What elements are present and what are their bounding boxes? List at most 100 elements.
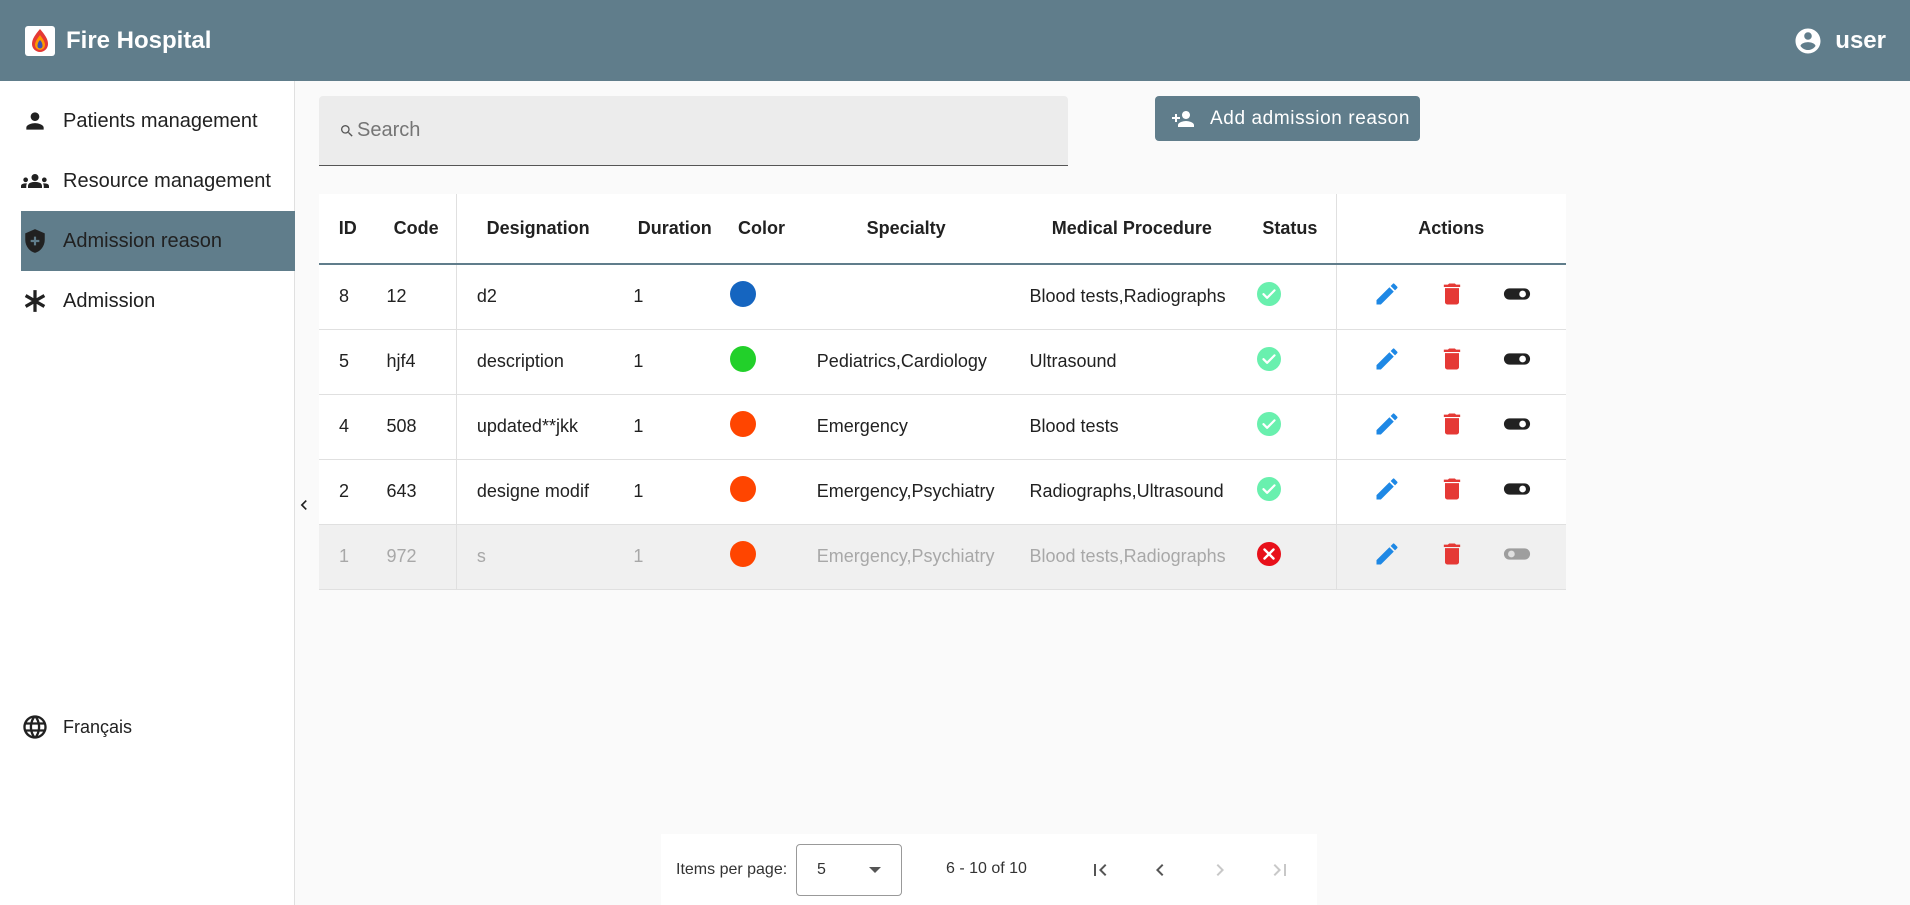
sidebar-item-resource-management[interactable]: Resource management — [21, 151, 295, 211]
top-app-bar: Fire Hospital user — [0, 0, 1910, 81]
cell-medical-procedure: Radiographs,Ultrasound — [1019, 459, 1245, 525]
first-page-button[interactable] — [1083, 853, 1117, 887]
sidebar-item-label: Resource management — [63, 169, 271, 192]
page-range-label: 6 - 10 of 10 — [946, 860, 1027, 877]
chevron-right-icon — [1216, 864, 1224, 876]
table-row[interactable]: 8 12 d2 1 Blood tests,Radiographs — [319, 264, 1566, 330]
first-page-icon — [1094, 864, 1107, 876]
cell-id: 5 — [319, 329, 377, 395]
cell-actions — [1335, 524, 1566, 590]
language-switch[interactable]: Français — [21, 713, 132, 741]
search-icon — [341, 124, 353, 137]
column-header-actions: Actions — [1335, 194, 1566, 265]
status-active-icon — [1256, 412, 1282, 441]
table-row[interactable]: 4 508 updated**jkk 1 Emergency Blood tes… — [319, 394, 1566, 460]
column-header-designation[interactable]: Designation — [455, 194, 620, 265]
cell-actions — [1335, 329, 1566, 395]
table-row[interactable]: 5 hjf4 description 1 Pediatrics,Cardiolo… — [319, 329, 1566, 395]
sidebar-item-patients-management[interactable]: Patients management — [21, 91, 295, 151]
next-page-button[interactable] — [1203, 853, 1237, 887]
column-header-status[interactable]: Status — [1244, 194, 1337, 265]
paginator: Items per page: 5 6 - 10 of 10 — [661, 834, 1317, 905]
cell-color — [730, 524, 793, 590]
color-swatch — [730, 281, 757, 308]
search-input[interactable] — [357, 119, 1037, 142]
cell-designation: s — [455, 524, 620, 590]
cell-designation: designe modif — [455, 459, 620, 525]
sidebar-item-admission-reason[interactable]: Admission reason — [21, 211, 295, 271]
add-admission-reason-button[interactable]: Add admission reason — [1155, 96, 1420, 141]
status-inactive-icon — [1256, 542, 1282, 571]
delete-button[interactable] — [1422, 345, 1482, 373]
collapse-sidebar-button[interactable] — [293, 490, 315, 520]
cell-designation: d2 — [455, 264, 620, 330]
cell-code: 972 — [376, 524, 457, 590]
edit-button[interactable] — [1357, 410, 1417, 438]
toggle-status-button[interactable] — [1487, 280, 1547, 313]
cell-code-text: 508 — [386, 416, 417, 436]
groups-icon — [21, 167, 49, 195]
toggle-icon — [1503, 475, 1531, 508]
cell-medical-procedure: Blood tests,Radiographs — [1019, 524, 1245, 590]
cell-status — [1244, 459, 1337, 525]
previous-page-button[interactable] — [1143, 853, 1177, 887]
cell-code-text: 643 — [386, 481, 417, 501]
toggle-status-button[interactable] — [1487, 410, 1547, 443]
cell-color — [730, 264, 793, 330]
edit-pencil-icon — [1376, 283, 1398, 305]
delete-button[interactable] — [1422, 475, 1482, 503]
delete-button[interactable] — [1422, 280, 1482, 308]
status-active-icon — [1256, 477, 1282, 506]
cell-designation: updated**jkk — [455, 394, 620, 460]
delete-button[interactable] — [1422, 540, 1482, 568]
last-page-button[interactable] — [1263, 853, 1297, 887]
user-menu[interactable]: user — [1793, 26, 1886, 56]
cell-code: 12 — [376, 264, 457, 330]
trash-icon — [1443, 283, 1460, 305]
person-add-icon — [1172, 110, 1194, 127]
cell-code-text: hjf4 — [386, 351, 416, 371]
sidebar-item-label: Admission reason — [63, 229, 222, 252]
color-swatch — [730, 541, 757, 567]
edit-button[interactable] — [1357, 345, 1417, 373]
cell-code-text: 12 — [386, 286, 407, 307]
table-row[interactable]: 2 643 designe modif 1 Emergency,Psychiat… — [319, 459, 1566, 525]
trash-icon — [1443, 413, 1460, 435]
status-active-icon — [1256, 282, 1282, 311]
items-per-page-select[interactable]: 5 — [796, 844, 902, 896]
search-field[interactable] — [319, 96, 1068, 166]
cell-color — [730, 394, 793, 460]
column-header-specialty[interactable]: Specialty — [792, 194, 1020, 265]
cell-id: 8 — [319, 264, 377, 330]
toggle-status-button[interactable] — [1487, 345, 1547, 378]
edit-button[interactable] — [1357, 280, 1417, 308]
app-title: Fire Hospital — [66, 27, 212, 54]
table-row[interactable]: 1 972 s 1 Emergency,Psychiatry Blood tes… — [319, 524, 1566, 590]
edit-button[interactable] — [1357, 475, 1417, 503]
cell-specialty — [792, 264, 1020, 330]
column-header-medical-procedure[interactable]: Medical Procedure — [1019, 194, 1245, 265]
edit-button[interactable] — [1357, 540, 1417, 568]
cell-actions — [1335, 394, 1566, 460]
toggle-icon — [1503, 410, 1531, 443]
sidebar-item-admission[interactable]: Admission — [21, 271, 295, 331]
cell-code: hjf4 — [376, 329, 457, 395]
cell-status — [1244, 394, 1337, 460]
cell-designation: description — [455, 329, 620, 395]
toggle-status-button[interactable] — [1487, 475, 1547, 508]
last-page-icon — [1273, 864, 1286, 876]
toggle-icon — [1503, 540, 1531, 573]
delete-button[interactable] — [1422, 410, 1482, 438]
cell-medical-procedure: Blood tests — [1019, 394, 1245, 460]
cell-duration: 1 — [619, 329, 731, 395]
cell-medical-procedure: Ultrasound — [1019, 329, 1245, 395]
column-header-duration[interactable]: Duration — [619, 194, 731, 265]
column-header-color[interactable]: Color — [730, 194, 793, 265]
cell-medical-procedure: Blood tests,Radiographs — [1019, 264, 1245, 330]
column-header-id[interactable]: ID — [319, 194, 377, 265]
toggle-status-button[interactable] — [1487, 540, 1547, 573]
person-icon — [21, 107, 49, 135]
cell-code: 643 — [376, 459, 457, 525]
cell-actions — [1335, 459, 1566, 525]
column-header-code[interactable]: Code — [376, 194, 457, 265]
